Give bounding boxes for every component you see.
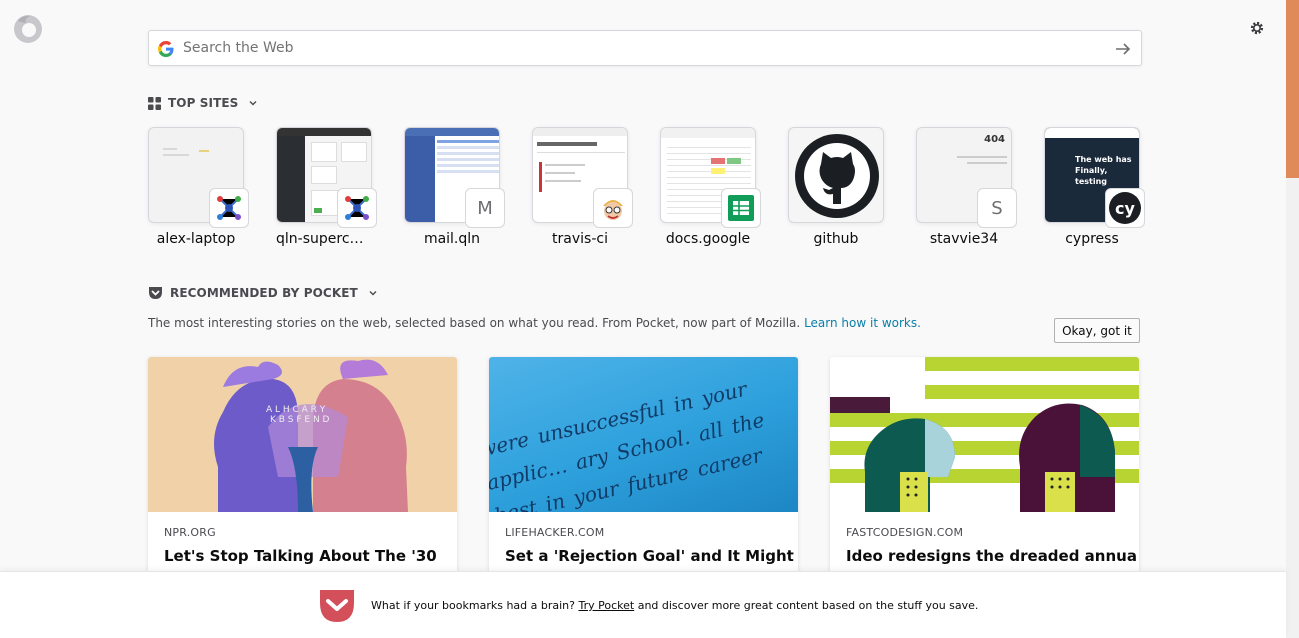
travis-mascot-icon — [593, 188, 633, 228]
top-sites-grid: alex-laptop qln-superca… M mail.qln trav… — [148, 127, 1145, 247]
okay-got-it-button[interactable]: Okay, got it — [1054, 318, 1140, 343]
story-card[interactable]: were unsuccessful in your applic… ary Sc… — [489, 357, 798, 587]
top-sites-header[interactable]: TOP SITES — [148, 96, 258, 110]
gear-icon[interactable] — [1248, 19, 1266, 37]
tile-label: alex-laptop — [156, 231, 236, 247]
top-site-tile[interactable]: alex-laptop — [148, 127, 249, 247]
cypress-badge-text: cy — [1115, 199, 1135, 218]
story-card[interactable]: A L H C A R Y K B S F E N D NPR.ORG Let'… — [148, 357, 457, 587]
top-site-tile[interactable]: M mail.qln — [404, 127, 505, 247]
story-source: LIFEHACKER.COM — [505, 526, 605, 539]
pocket-cards: A L H C A R Y K B S F E N D NPR.ORG Let'… — [148, 357, 1139, 587]
tile-label: docs.google — [665, 231, 751, 247]
pocket-footer-banner: What if your bookmarks had a brain? Try … — [0, 571, 1286, 638]
tile-label: github — [813, 231, 859, 247]
arrow-right-icon[interactable] — [1113, 39, 1133, 59]
tile-label: qln-superca… — [276, 231, 372, 247]
top-site-tile[interactable]: qln-superca… — [276, 127, 377, 247]
learn-how-link[interactable]: Learn how it works. — [804, 316, 921, 330]
top-site-tile[interactable]: github — [788, 127, 884, 247]
letter-s-icon: S — [977, 188, 1017, 228]
svg-text:K B S F E N D: K B S F E N D — [270, 415, 330, 425]
cypress-logo-icon: cy — [1105, 188, 1145, 228]
story-source: NPR.ORG — [164, 526, 216, 539]
google-sheets-icon — [721, 188, 761, 228]
pocket-header[interactable]: RECOMMENDED BY POCKET — [148, 286, 378, 300]
network-graph-icon — [337, 188, 377, 228]
pocket-description: The most interesting stories on the web,… — [148, 316, 921, 330]
top-site-tile[interactable]: docs.google — [660, 127, 761, 247]
story-headline[interactable]: Set a 'Rejection Goal' and It Might — [505, 547, 795, 565]
top-site-tile[interactable]: travis-ci — [532, 127, 633, 247]
scrollbar-thumb[interactable] — [1286, 0, 1299, 178]
github-octocat-icon — [788, 127, 884, 223]
story-headline[interactable]: Let's Stop Talking About The '30 — [164, 547, 454, 565]
story-source: FASTCODESIGN.COM — [846, 526, 964, 539]
pocket-icon — [149, 287, 162, 299]
chevron-down-icon[interactable] — [368, 288, 378, 298]
pocket-title: RECOMMENDED BY POCKET — [170, 286, 358, 300]
search-bar[interactable] — [148, 30, 1142, 66]
story-image: A L H C A R Y K B S F E N D — [148, 357, 457, 512]
tile-label: travis-ci — [552, 231, 608, 247]
chevron-down-icon[interactable] — [248, 98, 258, 108]
story-headline[interactable]: Ideo redesigns the dreaded annual — [846, 547, 1136, 565]
letter-m-icon: M — [465, 188, 505, 228]
tile-label: stavvie34 — [929, 231, 999, 247]
footer-message: What if your bookmarks had a brain? Try … — [371, 599, 978, 612]
network-graph-icon — [209, 188, 249, 228]
pocket-description-text: The most interesting stories on the web,… — [148, 316, 801, 330]
story-image — [830, 357, 1139, 512]
story-card[interactable]: FASTCODESIGN.COM Ideo redesigns the drea… — [830, 357, 1139, 587]
tile-label: mail.qln — [423, 231, 481, 247]
story-image: were unsuccessful in your applic… ary Sc… — [489, 357, 798, 512]
search-input[interactable] — [183, 31, 1083, 65]
footer-message-post: and discover more great content based on… — [637, 599, 979, 612]
grid-icon — [148, 96, 161, 110]
pocket-logo-icon — [320, 590, 354, 622]
firefox-logo-icon — [14, 15, 42, 43]
svg-text:A L H C A R Y: A L H C A R Y — [266, 405, 326, 415]
top-site-tile[interactable]: 404 S stavvie34 — [916, 127, 1017, 247]
top-sites-title: TOP SITES — [168, 96, 239, 110]
top-site-tile[interactable]: The web has Finally, testing cy cypress — [1044, 127, 1145, 247]
thumb-404-text: 404 — [984, 134, 1005, 145]
google-icon — [158, 41, 174, 57]
thumb-headline: The web has Finally, testing — [1075, 155, 1132, 186]
story-image-text: were unsuccessful in your applic… ary Sc… — [489, 376, 767, 512]
footer-message-pre: What if your bookmarks had a brain? — [371, 599, 575, 612]
try-pocket-link[interactable]: Try Pocket — [578, 599, 634, 612]
tile-label: cypress — [1065, 231, 1119, 247]
